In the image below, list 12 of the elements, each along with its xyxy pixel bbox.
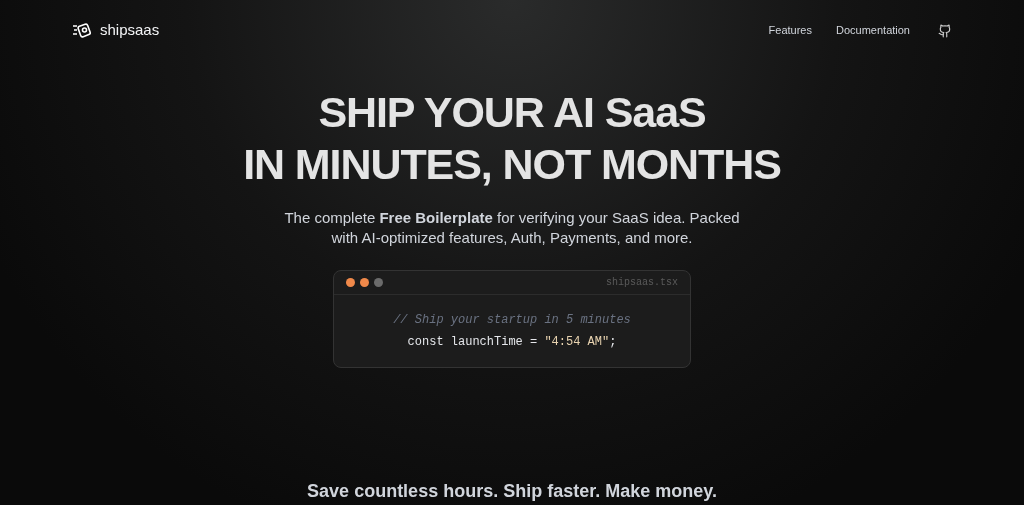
hero-subtitle: The complete Free Boilerplate for verifying your SaaS idea. Packed with AI-optimized features, Auth, Payments, and more. (283, 208, 741, 248)
code-line: const launchTime = "4:54 AM"; (407, 334, 617, 351)
file-name: shipsaas.tsx (606, 276, 678, 290)
hero-title: IN MINUTES, NOT MONTHS (243, 139, 781, 190)
hero-title: SHIP YOUR AI SaaS (318, 87, 706, 138)
nav-link[interactable]: Features (768, 22, 812, 39)
brand-name[interactable]: shipsaas (100, 19, 160, 42)
code-comment: // Ship your startup in 5 minutes (393, 312, 631, 329)
logo-icon (72, 21, 92, 40)
section-heading: Save countless hours. Ship faster. Make money. (307, 480, 717, 503)
github-icon[interactable] (938, 23, 952, 38)
nav-link[interactable]: Documentation (836, 22, 910, 39)
